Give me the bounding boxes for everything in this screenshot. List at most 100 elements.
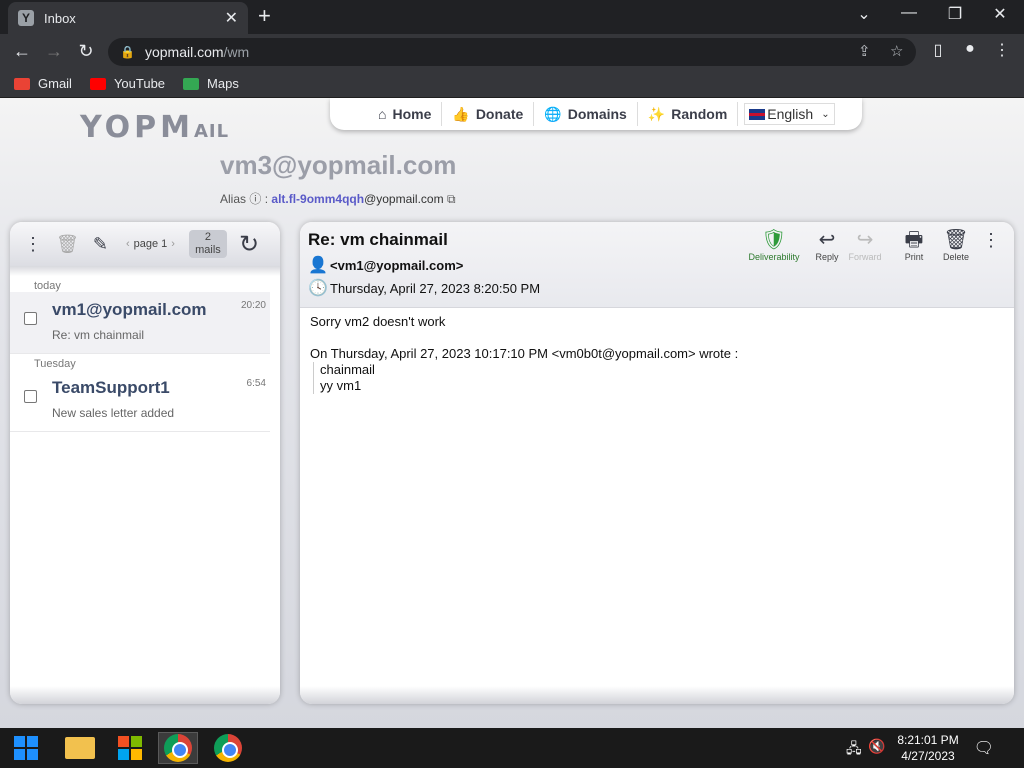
restore-button[interactable]: ❐: [943, 4, 967, 24]
refresh-icon[interactable]: ↻: [239, 230, 259, 259]
reply-button[interactable]: ↩ Reply: [812, 228, 842, 262]
profile-icon[interactable]: ●: [958, 40, 982, 58]
reload-button[interactable]: ↻: [74, 41, 98, 62]
forward-icon: ↪: [856, 229, 874, 251]
deliverability-button[interactable]: 🛡 Deliverability: [746, 228, 802, 262]
tab-inbox[interactable]: Y Inbox ✕: [8, 2, 248, 34]
nav-random[interactable]: ✨ Random: [638, 102, 739, 126]
bookmark-maps[interactable]: Maps: [183, 76, 239, 91]
inbox-panel: ⋮ 🗑 ✎ ‹ page 1 › 2 mails ↻ today vm1@yopma…: [10, 222, 280, 704]
nav-home[interactable]: ⌂ Home: [368, 102, 443, 126]
back-button[interactable]: ←: [10, 41, 34, 62]
bookmarks-bar: Gmail YouTube Maps: [0, 70, 1024, 98]
system-clock[interactable]: 8:21:01 PM 4/27/2023: [888, 732, 968, 764]
address-bar[interactable]: 🔒 yopmail.com/wm: [108, 38, 916, 66]
forward-mail-button[interactable]: ↪ Forward: [848, 228, 882, 262]
folder-icon: [65, 737, 95, 759]
bookmark-youtube[interactable]: YouTube: [89, 76, 166, 91]
yopmail-favicon-icon: Y: [18, 10, 34, 26]
print-label: Print: [904, 252, 924, 262]
quoted-text: chainmail yy vm1: [313, 362, 1004, 394]
network-icon[interactable]: 🖧: [846, 738, 862, 762]
nav-label: Random: [671, 106, 728, 122]
inbox-divider: [10, 266, 280, 276]
delete-button[interactable]: 🗑 Delete: [940, 228, 972, 262]
forward-button[interactable]: →: [42, 41, 66, 62]
windows-logo-icon: [14, 736, 38, 760]
printer-icon: 🖶: [904, 229, 924, 251]
message-from: <vm1@yopmail.com>: [330, 257, 464, 273]
mail-subject: Re: vm chainmail: [52, 328, 145, 342]
day-header: today: [34, 280, 61, 292]
logo-tail: AIL: [194, 121, 230, 142]
print-button[interactable]: 🖶 Print: [900, 228, 928, 262]
maps-icon: [183, 77, 200, 90]
yopmail-logo[interactable]: YOPMAIL: [80, 110, 229, 145]
yopmail-page: YOPMAIL ⌂ Home 👍 Donate 🌐 Domains ✨ Rand…: [0, 98, 1024, 728]
volume-muted-icon[interactable]: 🔇: [868, 738, 885, 755]
close-tab-icon[interactable]: ✕: [225, 8, 238, 28]
url-host: yopmail.com: [144, 44, 224, 60]
alias-value[interactable]: alt.fl-9omm4qqh: [271, 192, 364, 206]
copy-icon[interactable]: ⧉: [447, 192, 456, 206]
next-page-icon[interactable]: ›: [171, 238, 175, 250]
message-date: Thursday, April 27, 2023 8:20:50 PM: [330, 280, 541, 296]
nav-domains[interactable]: 🌐 Domains: [534, 102, 638, 126]
language-select[interactable]: English ⌄: [744, 103, 835, 125]
mail-subject: New sales letter added: [52, 406, 175, 420]
compose-pencil-icon[interactable]: ✎: [93, 234, 108, 255]
start-button[interactable]: [6, 732, 46, 764]
alias-domain: @yopmail.com: [364, 192, 444, 206]
inbox-toolbar: ⋮ 🗑 ✎ ‹ page 1 › 2 mails ↻: [10, 222, 280, 266]
prev-page-icon[interactable]: ‹: [126, 238, 130, 250]
browser-toolbar: ← → ↻ 🔒 yopmail.com/wm ⇪ ☆ ▯ ● ⋮: [0, 34, 1024, 70]
bookmark-label: Gmail: [38, 76, 72, 91]
bookmark-star-icon[interactable]: ☆: [890, 42, 903, 60]
alias-label: Alias: [220, 192, 247, 206]
message-sender: 👤 <vm1@yopmail.com>: [308, 255, 463, 275]
quote-header: On Thursday, April 27, 2023 10:17:10 PM …: [310, 346, 739, 361]
close-window-button[interactable]: ✕: [988, 4, 1012, 24]
chrome-taskbar-button[interactable]: [208, 732, 248, 764]
notifications-icon[interactable]: 🗨: [974, 738, 994, 758]
nav-donate[interactable]: 👍 Donate: [442, 102, 535, 126]
store-icon: [118, 736, 142, 760]
message-panel: Re: vm chainmail 👤 <vm1@yopmail.com> 🕓 T…: [300, 222, 1014, 704]
bookmark-gmail[interactable]: Gmail: [14, 76, 72, 91]
mail-checkbox[interactable]: [24, 390, 37, 403]
mail-item[interactable]: vm1@yopmail.com Re: vm chainmail 20:20: [10, 292, 270, 354]
store-button[interactable]: [110, 732, 150, 764]
message-menu-icon[interactable]: ⋮: [982, 230, 1000, 251]
forward-label: Forward: [848, 252, 882, 262]
mailbox-address: vm3@yopmail.com: [220, 150, 457, 180]
inbox-menu-icon[interactable]: ⋮: [24, 234, 42, 255]
mail-item[interactable]: TeamSupport1 New sales letter added 6:54: [10, 370, 270, 432]
new-tab-button[interactable]: +: [258, 5, 271, 27]
tab-search-chevron-icon[interactable]: ⌄: [852, 4, 876, 24]
info-icon[interactable]: ⓘ: [249, 192, 261, 206]
file-explorer-button[interactable]: [60, 732, 100, 764]
thumbs-up-icon: 👍: [452, 105, 470, 122]
trash-icon[interactable]: 🗑: [56, 234, 79, 255]
quote-line: yy vm1: [320, 378, 362, 393]
share-icon[interactable]: ⇪: [858, 42, 871, 60]
page-label: page 1: [133, 238, 168, 250]
chrome-taskbar-button-active[interactable]: [158, 732, 198, 764]
chrome-icon: [164, 734, 192, 762]
mail-sender: TeamSupport1: [52, 378, 170, 397]
bookmark-label: YouTube: [113, 76, 166, 91]
clock-time: 8:21:01 PM: [897, 733, 959, 747]
mail-checkbox[interactable]: [24, 312, 37, 325]
mail-count-label: mails: [195, 244, 221, 256]
uk-flag-icon: [749, 108, 766, 120]
message-panel-footer: [300, 686, 1014, 704]
browser-menu-icon[interactable]: ⋮: [990, 40, 1014, 60]
clock-icon: 🕓: [308, 280, 328, 297]
quote-line: chainmail: [320, 362, 375, 377]
globe-icon: 🌐: [544, 105, 562, 122]
side-panel-icon[interactable]: ▯: [926, 40, 950, 60]
url-path: /wm: [223, 44, 250, 60]
person-icon: 👤: [308, 257, 328, 274]
minimize-button[interactable]: —: [897, 4, 921, 22]
